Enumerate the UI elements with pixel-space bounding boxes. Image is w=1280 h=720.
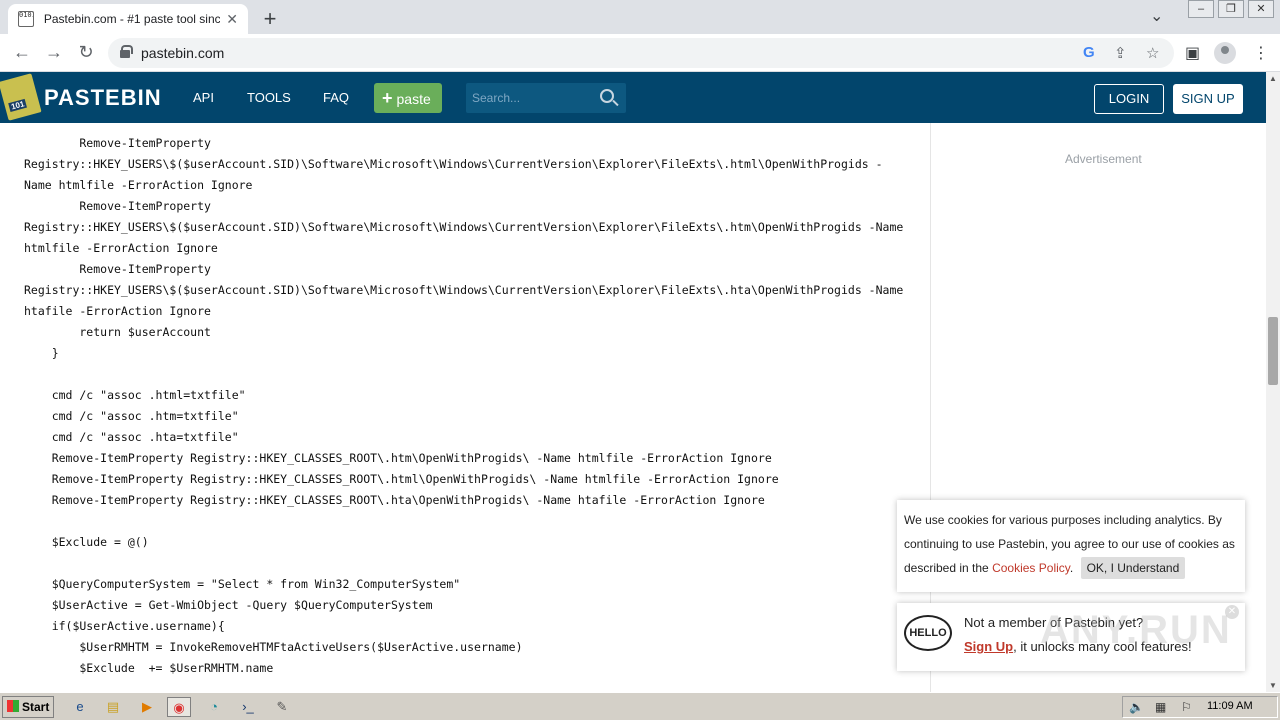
code-block: Remove-ItemPropertyRegistry::HKEY_USERS\… <box>24 133 924 679</box>
code-line: htafile -ErrorAction Ignore <box>24 304 211 318</box>
cookie-consent-popup: We use cookies for various purposes incl… <box>897 500 1245 592</box>
start-label: Start <box>22 700 50 714</box>
forward-arrow-icon[interactable]: → <box>43 42 65 63</box>
advertisement-label: Advertisement <box>1065 152 1142 166</box>
code-line: Name htmlfile -ErrorAction Ignore <box>24 178 253 192</box>
pastebin-logo-icon[interactable] <box>0 73 42 121</box>
paste-label: paste <box>396 91 431 107</box>
code-line: Registry::HKEY_USERS\$($userAccount.SID)… <box>24 283 904 297</box>
scroll-down-arrow-icon[interactable]: ▼ <box>1269 681 1277 690</box>
code-line: Remove-ItemProperty <box>24 199 211 213</box>
side-panel-icon[interactable]: ▣ <box>1185 43 1200 63</box>
code-line: $UserActive = Get-WmiObject -Query $Quer… <box>24 598 433 612</box>
pastebin-logo-text[interactable]: PASTEBIN <box>44 85 162 111</box>
lock-icon[interactable] <box>120 45 133 58</box>
code-line: } <box>24 346 59 360</box>
taskbar-clock[interactable]: 11:09 AM <box>1207 700 1253 712</box>
close-window-icon[interactable]: ✕ <box>1248 0 1274 18</box>
edge-icon[interactable]: ◔ <box>202 697 226 717</box>
nav-faq[interactable]: FAQ <box>323 90 349 105</box>
minimize-window-icon[interactable]: – <box>1188 0 1214 18</box>
restore-window-icon[interactable]: ❐ <box>1218 0 1244 18</box>
cookie-text: We use cookies for various purposes incl… <box>904 513 1235 575</box>
pastebin-favicon-icon: 0101 <box>18 11 34 27</box>
google-translate-icon[interactable]: G <box>1083 44 1095 61</box>
reload-icon[interactable]: ↻ <box>75 42 97 63</box>
address-bar[interactable]: pastebin.com G ⇪ ☆ <box>108 38 1174 68</box>
windows-taskbar: Start e ▤ ▶ ◉ ◔ ›_ ✎ 🔈 ▦ ⚐ 11:09 AM <box>0 692 1280 720</box>
url-text[interactable]: pastebin.com <box>141 45 224 61</box>
notepad-icon[interactable]: ✎ <box>270 697 294 717</box>
tab-title: Pastebin.com - #1 paste tool since 2 <box>43 12 221 26</box>
action-center-flag-icon[interactable]: ⚐ <box>1181 700 1192 714</box>
nav-api[interactable]: API <box>193 90 214 105</box>
code-line: Remove-ItemProperty Registry::HKEY_CLASS… <box>24 472 779 486</box>
code-line: cmd /c "assoc .hta=txtfile" <box>24 430 239 444</box>
browser-tab[interactable]: 0101 Pastebin.com - #1 paste tool since … <box>8 4 248 34</box>
browser-toolbar: ← → ↻ pastebin.com G ⇪ ☆ ▣ ⋮ <box>0 34 1280 72</box>
bookmark-star-icon[interactable]: ☆ <box>1146 44 1159 62</box>
system-tray: 🔈 ▦ ⚐ 11:09 AM <box>1122 696 1278 718</box>
code-line: cmd /c "assoc .htm=txtfile" <box>24 409 239 423</box>
code-line: Remove-ItemProperty <box>24 262 211 276</box>
media-player-icon[interactable]: ▶ <box>135 697 159 717</box>
search-icon[interactable] <box>600 89 614 103</box>
code-line: Remove-ItemProperty Registry::HKEY_CLASS… <box>24 493 765 507</box>
code-line: Registry::HKEY_USERS\$($userAccount.SID)… <box>24 220 904 234</box>
code-line: return $userAccount <box>24 325 211 339</box>
cookie-ok-button[interactable]: OK, I Understand <box>1080 557 1186 579</box>
signup-button[interactable]: SIGN UP <box>1173 84 1243 114</box>
back-arrow-icon[interactable]: ← <box>11 42 33 63</box>
code-line: $Exclude = @() <box>24 535 149 549</box>
code-line: htmlfile -ErrorAction Ignore <box>24 241 218 255</box>
tab-search-chevron-icon[interactable]: ⌄ <box>1150 6 1163 26</box>
search-box <box>466 83 626 113</box>
login-button[interactable]: LOGIN <box>1094 84 1164 114</box>
pastebin-header: PASTEBIN API TOOLS FAQ +paste LOGIN SIGN… <box>0 72 1266 123</box>
anyrun-watermark: ANY.RUN <box>1040 608 1232 652</box>
code-line: cmd /c "assoc .html=txtfile" <box>24 388 246 402</box>
windows-flag-icon <box>7 700 19 712</box>
internet-explorer-icon[interactable]: e <box>68 697 92 717</box>
page-scrollbar[interactable]: ▲ ▼ <box>1266 72 1280 692</box>
powershell-icon[interactable]: ›_ <box>236 697 260 717</box>
nav-tools[interactable]: TOOLS <box>247 90 291 105</box>
browser-menu-icon[interactable]: ⋮ <box>1253 43 1269 63</box>
new-paste-button[interactable]: + paste <box>374 83 442 113</box>
volume-icon[interactable]: 🔈 <box>1129 700 1144 714</box>
code-line: Registry::HKEY_USERS\$($userAccount.SID)… <box>24 157 883 171</box>
member-signup-link[interactable]: Sign Up <box>964 639 1013 654</box>
cookies-policy-link[interactable]: Cookies Policy <box>992 561 1070 575</box>
code-line: $Exclude += $UserRMHTM.name <box>24 661 274 675</box>
plus-icon: + <box>382 88 393 108</box>
hello-speech-bubble-icon: HELLO <box>904 615 952 651</box>
code-line: Remove-ItemProperty Registry::HKEY_CLASS… <box>24 451 772 465</box>
scroll-up-arrow-icon[interactable]: ▲ <box>1269 74 1277 83</box>
chrome-icon[interactable]: ◉ <box>167 697 191 717</box>
share-icon[interactable]: ⇪ <box>1114 44 1127 62</box>
profile-avatar-icon[interactable] <box>1214 42 1236 64</box>
code-line: $UserRMHTM = InvokeRemoveHTMFtaActiveUse… <box>24 640 523 654</box>
search-input[interactable] <box>472 89 592 107</box>
code-line: $QueryComputerSystem = "Select * from Wi… <box>24 577 461 591</box>
scroll-thumb[interactable] <box>1268 317 1278 385</box>
tab-close-icon[interactable]: ✕ <box>226 11 238 28</box>
code-line: Remove-ItemProperty <box>24 136 211 150</box>
file-explorer-icon[interactable]: ▤ <box>101 697 125 717</box>
start-button[interactable]: Start <box>2 696 54 718</box>
network-icon[interactable]: ▦ <box>1155 700 1166 714</box>
new-tab-plus-icon[interactable]: + <box>258 6 282 32</box>
browser-tab-strip: 0101 Pastebin.com - #1 paste tool since … <box>0 0 1280 34</box>
code-line: if($UserActive.username){ <box>24 619 225 633</box>
